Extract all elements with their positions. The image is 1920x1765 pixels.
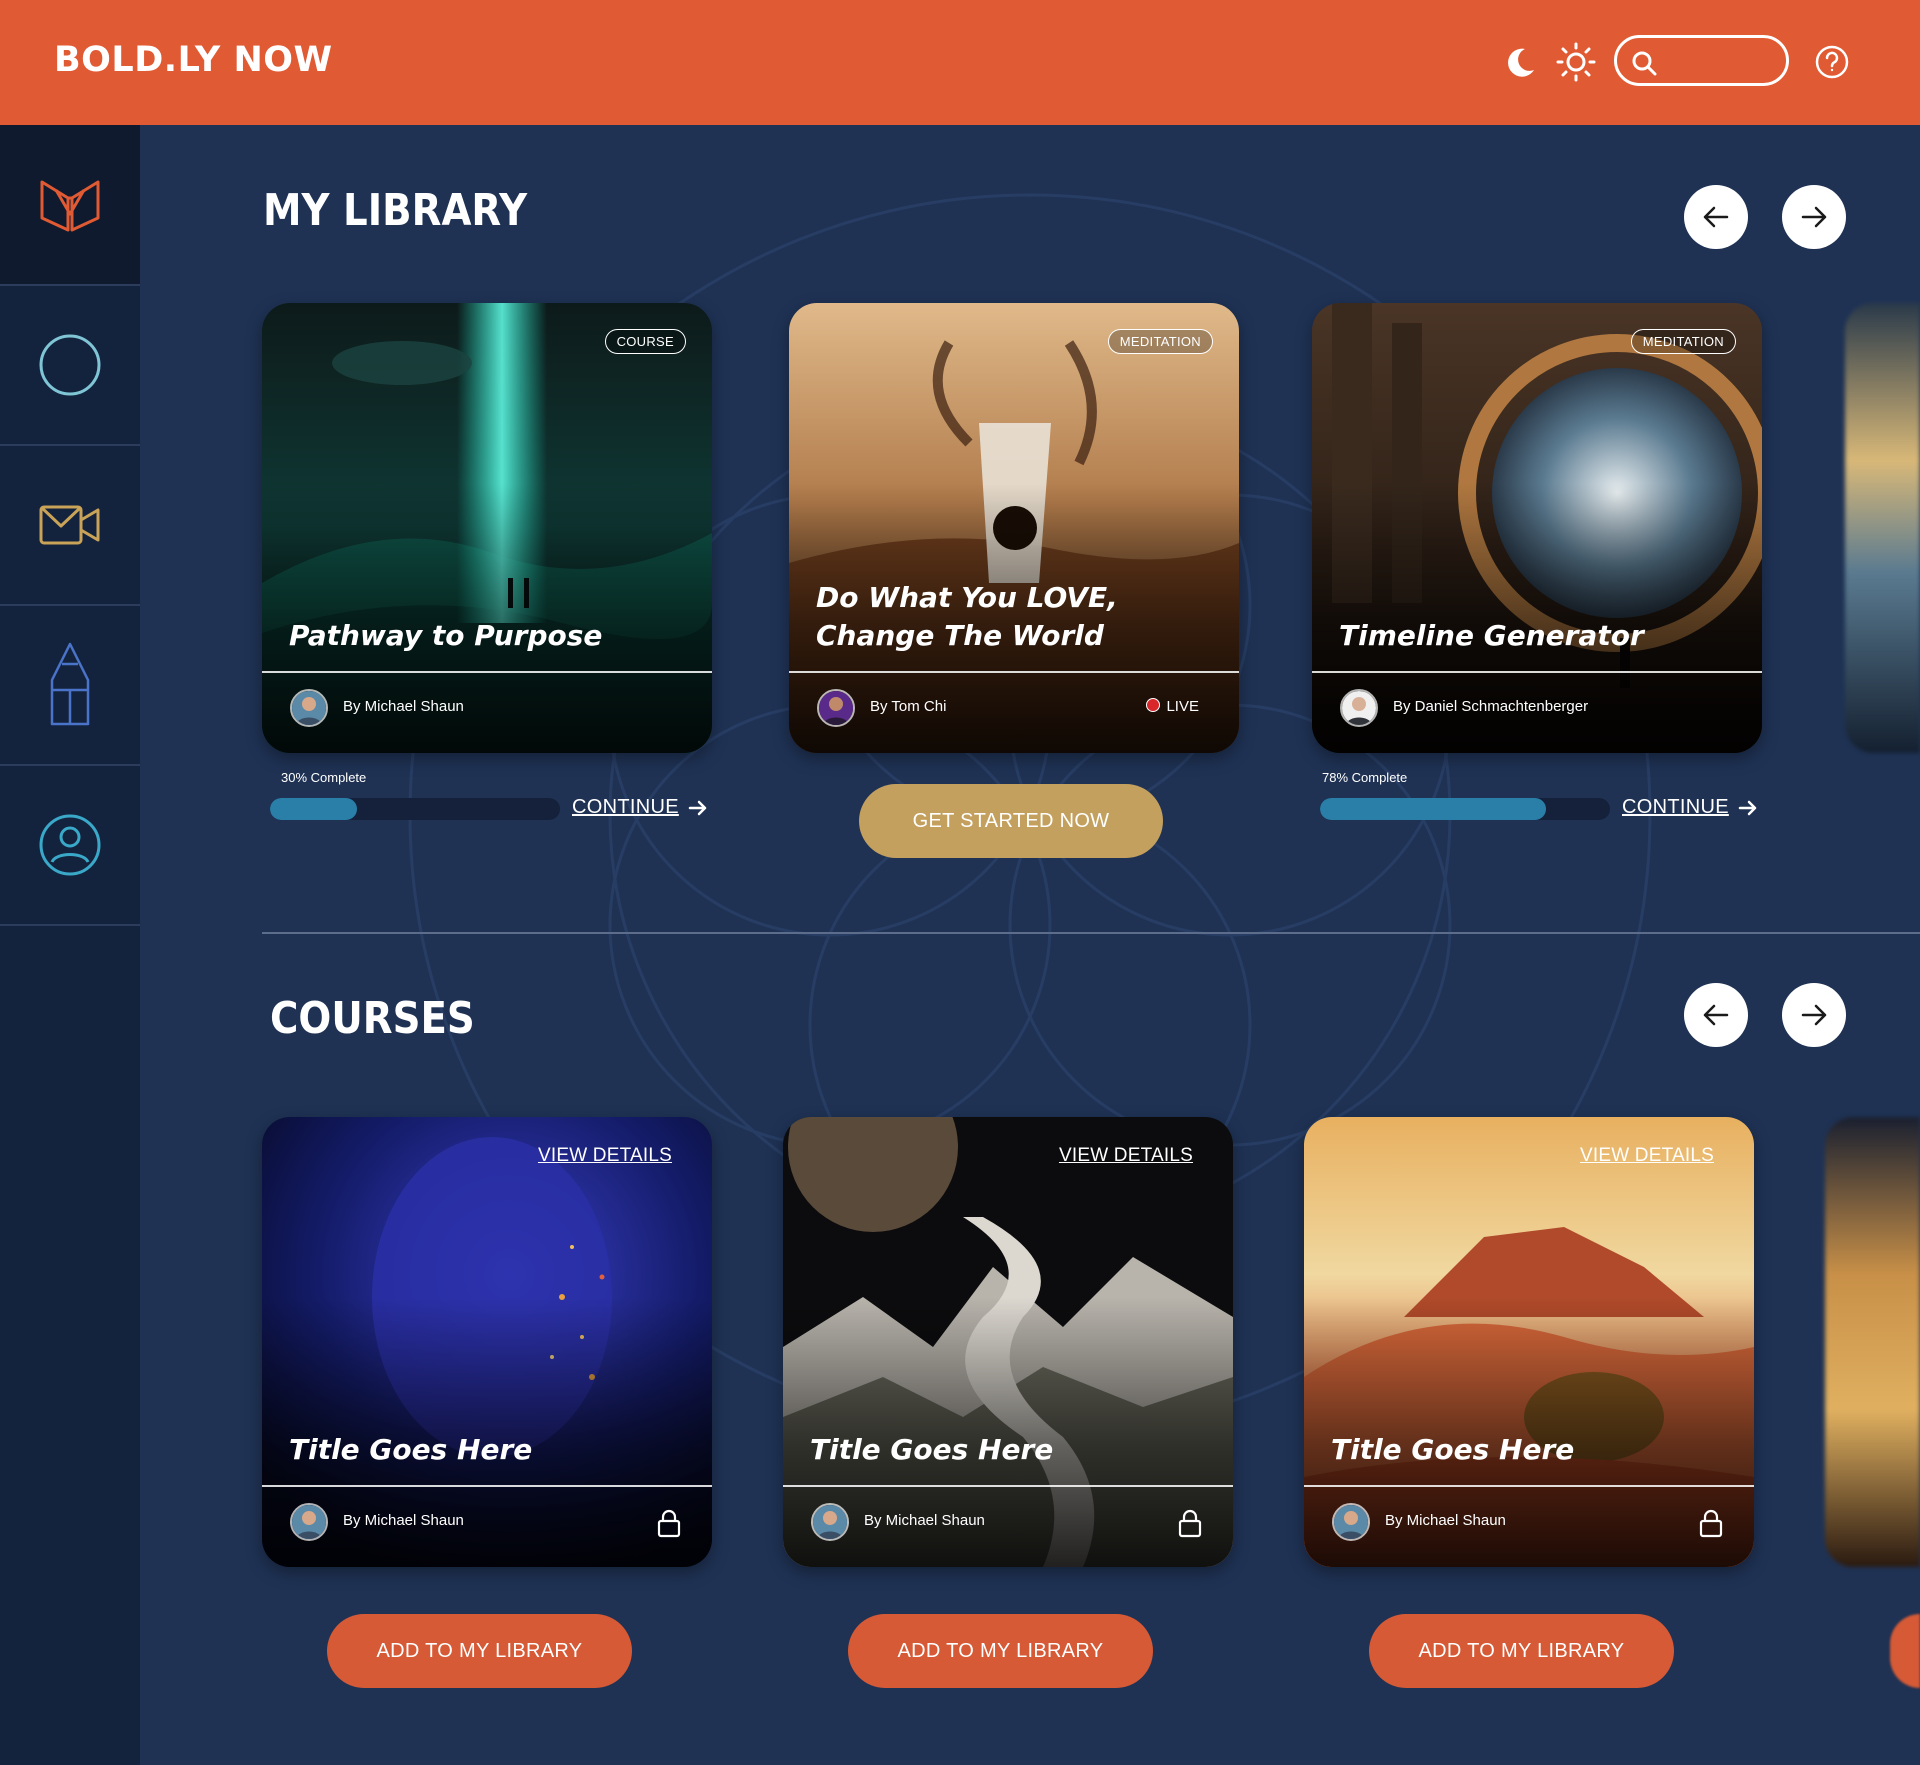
top-header: BOLD.LY NOW [0, 0, 1920, 125]
library-prev-button[interactable] [1684, 185, 1748, 249]
live-dot-icon [1146, 698, 1161, 712]
search-box[interactable] [1614, 35, 1789, 86]
course-card[interactable]: VIEW DETAILS Title Goes Here By Michael … [783, 1117, 1233, 1567]
library-card-peek[interactable] [1845, 303, 1920, 753]
search-icon [1632, 51, 1657, 76]
brand-logo[interactable]: BOLD.LY NOW [54, 40, 333, 80]
card-title: Pathway to Purpose [289, 619, 603, 652]
lock-icon [1178, 1509, 1202, 1538]
card-author: By Michael Shaun [1385, 1512, 1506, 1529]
card-type-badge: MEDITATION [1630, 329, 1736, 354]
user-profile-icon [39, 814, 101, 876]
author-avatar [290, 689, 328, 727]
author-avatar [811, 1503, 849, 1541]
card-title: Title Goes Here [810, 1433, 1054, 1466]
card-author: By Tom Chi [870, 698, 947, 715]
add-to-library-button[interactable]: ADD TO MY LIBRARY [848, 1614, 1153, 1688]
progress-fill [270, 798, 357, 820]
library-next-button[interactable] [1782, 185, 1846, 249]
author-avatar [1332, 1503, 1370, 1541]
sidebar-item-video[interactable] [0, 446, 140, 606]
search-input[interactable] [1669, 46, 1778, 78]
library-card[interactable]: COURSE Pathway to Purpose By Michael Sha… [262, 303, 712, 753]
card-title: Title Goes Here [289, 1433, 533, 1466]
sidebar-item-profile[interactable] [0, 766, 140, 926]
card-author: By Daniel Schmachtenberger [1393, 698, 1589, 715]
card-author: By Michael Shaun [343, 1512, 464, 1529]
continue-link[interactable]: CONTINUE [572, 796, 679, 819]
section-title-my-library: MY LIBRARY [263, 185, 528, 236]
help-icon[interactable] [1810, 40, 1854, 84]
get-started-button[interactable]: GET STARTED NOW [859, 784, 1163, 858]
card-author: By Michael Shaun [864, 1512, 985, 1529]
author-avatar [290, 1503, 328, 1541]
sidebar-item-library[interactable] [0, 125, 140, 286]
pencil-icon [50, 642, 90, 726]
arrow-right-icon [1801, 1004, 1827, 1026]
card-title: Timeline Generator [1339, 619, 1644, 652]
card-type-badge: MEDITATION [1107, 329, 1213, 354]
author-avatar [1340, 689, 1378, 727]
arrow-right-icon[interactable] [688, 798, 708, 818]
arrow-right-icon[interactable] [1738, 798, 1758, 818]
view-details-link[interactable]: VIEW DETAILS [538, 1145, 672, 1167]
progress-bar [270, 798, 560, 820]
lock-icon [657, 1509, 681, 1538]
courses-next-button[interactable] [1782, 983, 1846, 1047]
moon-icon[interactable] [1498, 40, 1542, 84]
continue-link[interactable]: CONTINUE [1622, 796, 1729, 819]
course-card[interactable]: VIEW DETAILS Title Goes Here By Michael … [1304, 1117, 1754, 1567]
add-to-library-button[interactable]: ADD TO MY LIBRARY [1369, 1614, 1674, 1688]
course-card[interactable]: VIEW DETAILS Title Goes Here By Michael … [262, 1117, 712, 1567]
view-details-link[interactable]: VIEW DETAILS [1580, 1145, 1714, 1167]
circle-icon [39, 334, 101, 396]
live-indicator: LIVE [1146, 698, 1199, 715]
author-avatar [817, 689, 855, 727]
sidebar-item-circle[interactable] [0, 286, 140, 446]
card-title: Title Goes Here [1331, 1433, 1575, 1466]
card-type-badge: COURSE [604, 329, 686, 354]
progress-bar [1320, 798, 1610, 820]
arrow-left-icon [1703, 1004, 1729, 1026]
card-author: By Michael Shaun [343, 698, 464, 715]
arrow-left-icon [1703, 206, 1729, 228]
sidebar [0, 125, 140, 1765]
sidebar-item-pencil[interactable] [0, 606, 140, 766]
lock-icon [1699, 1509, 1723, 1538]
progress-label: 30% Complete [281, 770, 367, 785]
view-details-link[interactable]: VIEW DETAILS [1059, 1145, 1193, 1167]
section-divider [262, 932, 1920, 934]
progress-label: 78% Complete [1322, 770, 1408, 785]
add-to-library-button-peek[interactable] [1890, 1614, 1920, 1688]
section-title-courses: COURSES [270, 993, 475, 1044]
library-card[interactable]: MEDITATION Timeline Generator By Daniel … [1312, 303, 1762, 753]
sun-icon[interactable] [1554, 40, 1598, 84]
arrow-right-icon [1801, 206, 1827, 228]
library-card[interactable]: MEDITATION Do What You LOVE, Change The … [789, 303, 1239, 753]
courses-prev-button[interactable] [1684, 983, 1748, 1047]
open-book-icon [40, 180, 100, 231]
card-title: Do What You LOVE, Change The World [816, 581, 1118, 652]
video-camera-icon [39, 505, 100, 545]
add-to-library-button[interactable]: ADD TO MY LIBRARY [327, 1614, 632, 1688]
progress-fill [1320, 798, 1547, 820]
course-card-peek[interactable] [1825, 1117, 1920, 1567]
